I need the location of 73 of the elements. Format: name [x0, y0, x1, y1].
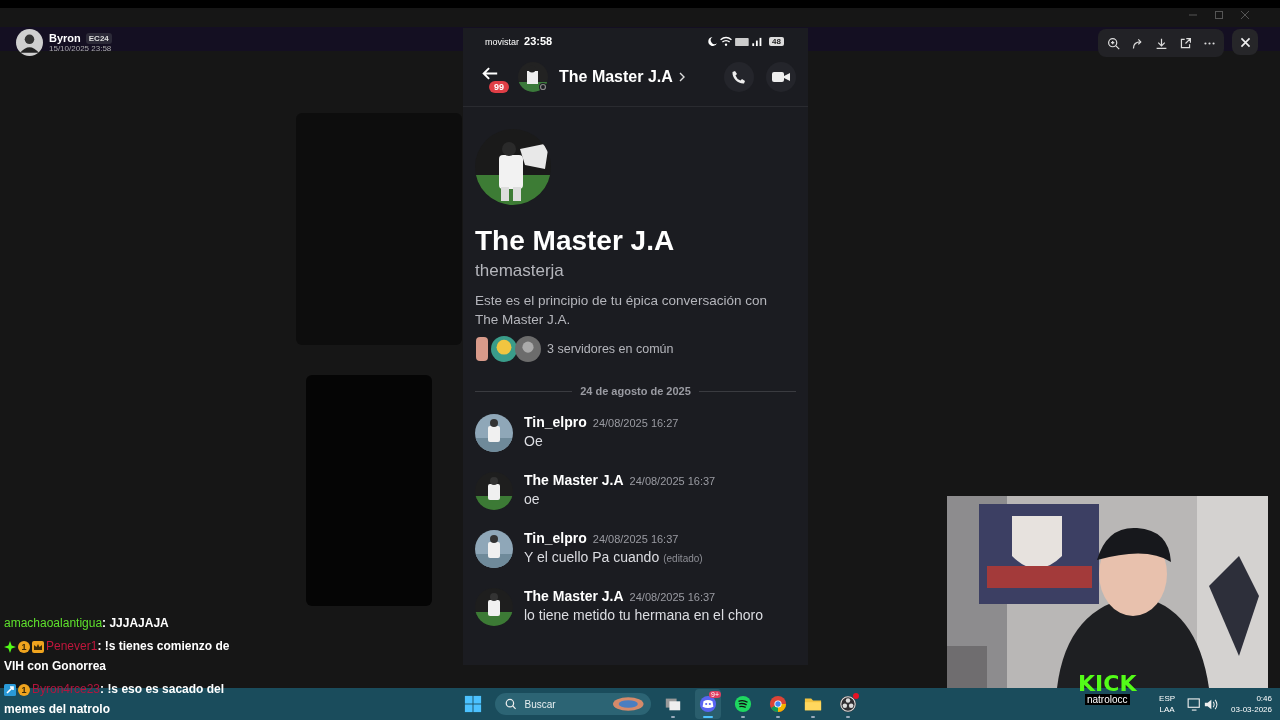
message-timestamp: 24/08/2025 16:37 [592, 533, 679, 545]
message-author[interactable]: The Master J.A [524, 472, 624, 488]
start-button[interactable] [464, 695, 482, 713]
chevron-icon [678, 72, 685, 82]
server-icon [475, 335, 489, 363]
carrier-name: movistar [485, 37, 519, 47]
phone-icon [731, 69, 747, 85]
brand-logo: KICK [1078, 674, 1137, 694]
running-indicator [703, 716, 713, 718]
call-button[interactable] [724, 62, 754, 92]
open-icon[interactable] [1178, 36, 1192, 50]
edited-label: (editado) [663, 553, 703, 564]
message-text: Y el cuello Pa cuando [524, 549, 660, 565]
running-indicator [776, 716, 780, 718]
network-volume-icons[interactable] [1187, 697, 1220, 711]
battery-level: 48 [769, 36, 784, 46]
discord-icon [699, 695, 717, 713]
language-indicator[interactable]: ESP [1159, 693, 1176, 704]
system-date[interactable]: 03-03-2026 [1231, 704, 1272, 715]
avatar-icon [475, 530, 513, 568]
download-icon[interactable] [1154, 36, 1168, 50]
chrome-icon [769, 695, 787, 713]
zoom-icon[interactable] [1106, 36, 1120, 50]
clock: 23:58 [524, 35, 553, 47]
running-indicator [811, 716, 815, 718]
plus-badge [4, 640, 16, 653]
unread-badge: 99 [489, 81, 509, 93]
author-name: Byron [49, 32, 81, 44]
back-icon[interactable] [481, 66, 499, 81]
chat-message: 1 Byron4rce23: !s eso es sacado del memes del natrolo [4, 681, 226, 718]
search-field[interactable]: Buscar [495, 693, 651, 715]
server-icon [491, 336, 517, 362]
close-button[interactable] [1232, 29, 1258, 55]
message-timestamp: 24/08/2025 16:27 [592, 417, 679, 429]
message-text: oe [524, 491, 540, 507]
message-timestamp: 24/08/2025 16:37 [629, 475, 716, 487]
author-tag: EC24 [85, 32, 112, 44]
message-author[interactable]: Tin_elpro [524, 414, 587, 430]
channel-name: natrolocc [1084, 694, 1130, 705]
avatar-icon [517, 61, 549, 93]
message-timestamp: 24/08/2025 16:37 [629, 591, 716, 603]
display-name: The Master J.A [475, 225, 676, 257]
running-indicator [671, 716, 675, 718]
avatar-icon [475, 414, 513, 452]
obs-icon [839, 695, 857, 713]
server-icon [515, 336, 541, 362]
username: themasterja [475, 261, 565, 281]
message-text: Oe [524, 433, 543, 449]
spotify-icon [734, 695, 752, 713]
message-text: lo tiene metido tu hermana en el choro [524, 607, 763, 623]
chat-title[interactable]: The Master J.A [559, 68, 673, 86]
mutual-servers-link[interactable]: 3 servidores en común [547, 342, 674, 356]
chat-message: amachaoalantigua: JJJAJAJA [4, 615, 170, 632]
avatar-icon [16, 29, 43, 56]
running-indicator [741, 716, 745, 718]
message-author[interactable]: The Master J.A [524, 588, 624, 604]
chat-message: 1 Penever1: !s tienes comienzo de VIH con Gonorrea [4, 638, 231, 675]
maximize-icon[interactable] [1214, 10, 1224, 20]
search-icon [505, 698, 517, 710]
forward-icon[interactable] [1130, 36, 1144, 50]
intro-text: Este es el principio de tu épica conversación con The Master J.A. [475, 292, 768, 329]
search-highlight-icon [612, 696, 645, 712]
search-field[interactable]: Buscar [522, 697, 607, 711]
date-divider: 24 de agosto de 2025 [580, 385, 691, 397]
close-icon[interactable] [1240, 10, 1250, 20]
keyboard-layout[interactable]: LAA [1159, 704, 1175, 715]
message-author[interactable]: Tin_elpro [524, 530, 587, 546]
system-time[interactable]: 0:46 [1256, 693, 1272, 704]
post-timestamp: 15/10/2025 23:58 [49, 44, 112, 53]
running-indicator [846, 716, 850, 718]
close-icon [1238, 35, 1252, 49]
video-camera-icon [772, 71, 790, 83]
video-call-button[interactable] [766, 62, 796, 92]
